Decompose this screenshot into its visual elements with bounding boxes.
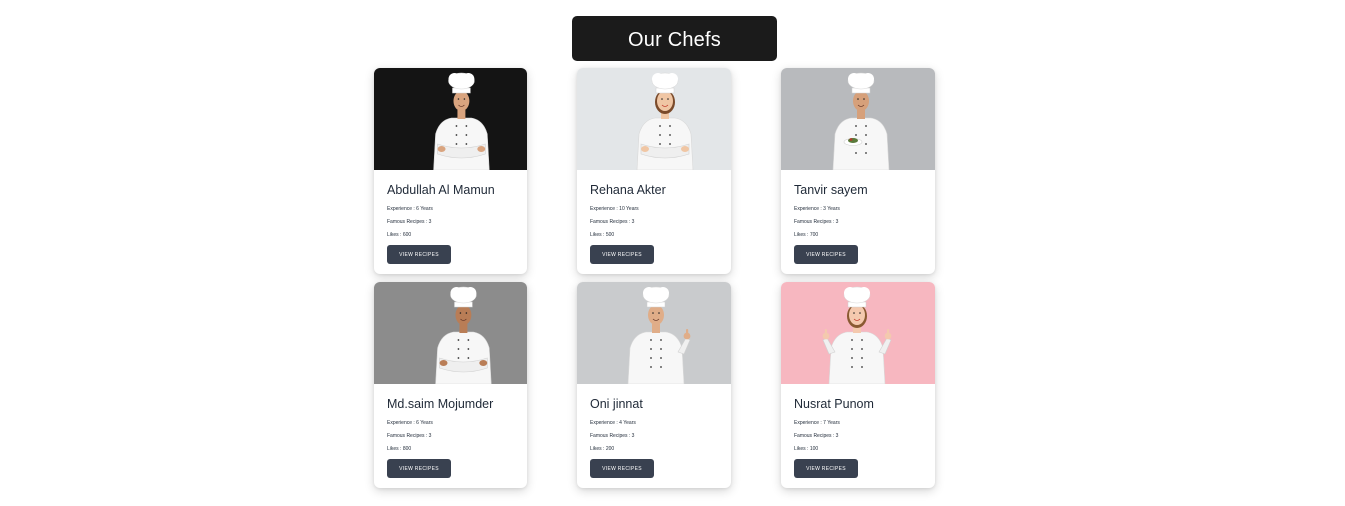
chef-photo — [374, 68, 527, 170]
chef-card: Oni jinnat Experience : 4 Years Famous R… — [577, 282, 731, 488]
view-recipes-button[interactable]: VIEW RECIPES — [387, 245, 451, 264]
view-recipes-button[interactable]: VIEW RECIPES — [794, 245, 858, 264]
chef-illustration — [577, 282, 731, 384]
chef-likes: Likes : 600 — [387, 232, 412, 238]
chef-illustration — [374, 68, 527, 170]
chef-likes: Likes : 500 — [590, 232, 615, 238]
chef-experience: Experience : 10 Years — [590, 206, 639, 212]
chef-photo — [781, 282, 935, 384]
view-recipes-button[interactable]: VIEW RECIPES — [794, 459, 858, 478]
chef-name: Nusrat Punom — [794, 397, 874, 411]
chef-likes: Likes : 200 — [590, 446, 615, 452]
chef-name: Md.saim Mojumder — [387, 397, 494, 411]
chef-illustration — [374, 282, 527, 384]
chef-experience: Experience : 3 Years — [794, 206, 840, 212]
chef-recipes: Famous Recipes : 3 — [590, 219, 635, 225]
chef-name: Oni jinnat — [590, 397, 643, 411]
chef-experience: Experience : 7 Years — [794, 420, 840, 426]
chef-likes: Likes : 100 — [794, 446, 819, 452]
chef-experience: Experience : 6 Years — [387, 206, 433, 212]
chef-photo — [577, 68, 731, 170]
chef-photo — [577, 282, 731, 384]
chef-illustration — [781, 68, 935, 170]
chef-recipes: Famous Recipes : 3 — [387, 433, 432, 439]
chef-likes: Likes : 700 — [794, 232, 819, 238]
chef-grid: Abdullah Al Mamun Experience : 6 Years F… — [374, 68, 935, 488]
chef-card: Rehana Akter Experience : 10 Years Famou… — [577, 68, 731, 274]
chef-photo — [781, 68, 935, 170]
page-title: Our Chefs — [572, 16, 777, 61]
chef-card: Tanvir sayem Experience : 3 Years Famous… — [781, 68, 935, 274]
view-recipes-button[interactable]: VIEW RECIPES — [387, 459, 451, 478]
page: Our Chefs Abdullah Al Mamun Experience :… — [0, 0, 1345, 506]
chef-recipes: Famous Recipes : 3 — [794, 219, 839, 225]
chef-photo — [374, 282, 527, 384]
chef-illustration — [781, 282, 935, 384]
view-recipes-button[interactable]: VIEW RECIPES — [590, 245, 654, 264]
chef-likes: Likes : 800 — [387, 446, 412, 452]
chef-illustration — [577, 68, 731, 170]
chef-card: Nusrat Punom Experience : 7 Years Famous… — [781, 282, 935, 488]
chef-recipes: Famous Recipes : 3 — [590, 433, 635, 439]
chef-card: Md.saim Mojumder Experience : 6 Years Fa… — [374, 282, 527, 488]
chef-card: Abdullah Al Mamun Experience : 6 Years F… — [374, 68, 527, 274]
chef-name: Tanvir sayem — [794, 183, 868, 197]
chef-name: Abdullah Al Mamun — [387, 183, 495, 197]
chef-name: Rehana Akter — [590, 183, 666, 197]
chef-experience: Experience : 6 Years — [387, 420, 433, 426]
chef-recipes: Famous Recipes : 3 — [387, 219, 432, 225]
chef-recipes: Famous Recipes : 3 — [794, 433, 839, 439]
chef-experience: Experience : 4 Years — [590, 420, 636, 426]
view-recipes-button[interactable]: VIEW RECIPES — [590, 459, 654, 478]
